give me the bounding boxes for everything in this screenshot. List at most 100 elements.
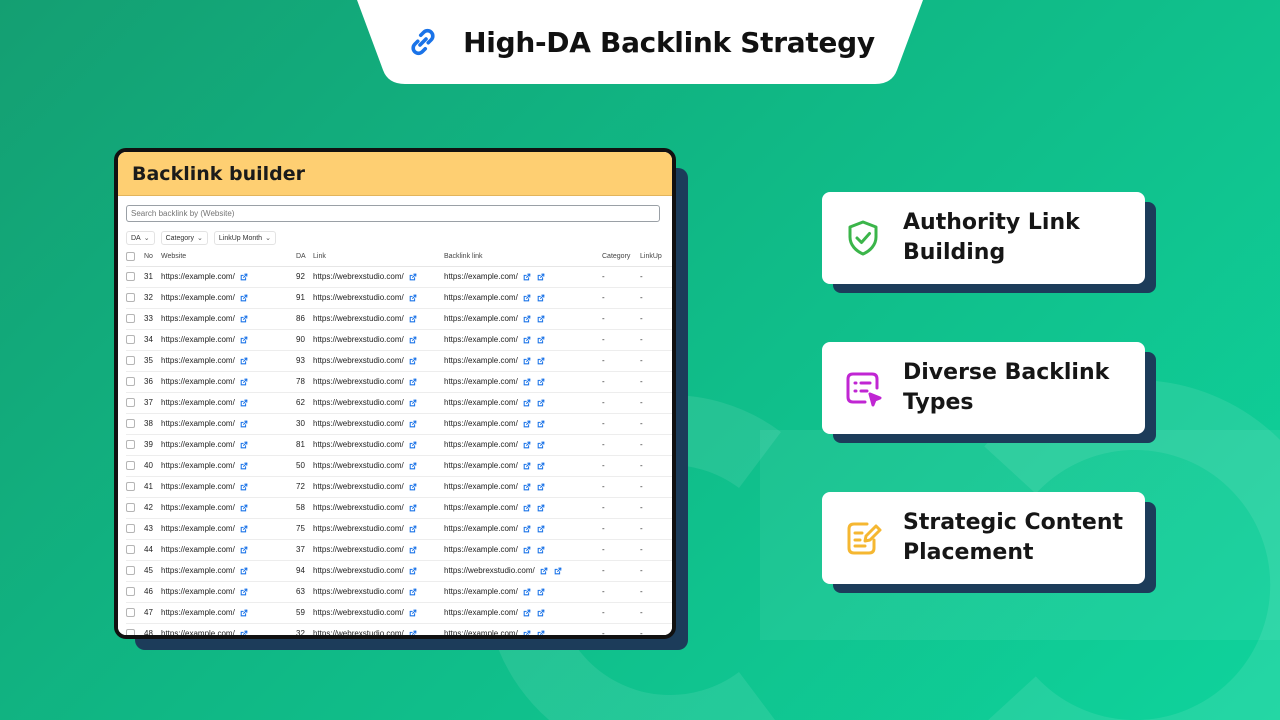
search-input[interactable] xyxy=(126,205,660,222)
table-row[interactable]: 48 https://example.com/32 https://webrexst… xyxy=(126,623,672,638)
select-all-checkbox[interactable] xyxy=(126,252,135,262)
external-link-icon[interactable] xyxy=(523,273,531,281)
row-checkbox[interactable] xyxy=(126,629,135,635)
row-checkbox[interactable] xyxy=(126,587,135,597)
external-link-icon[interactable] xyxy=(240,357,248,365)
row-checkbox[interactable] xyxy=(126,335,135,345)
external-link-icon[interactable] xyxy=(537,399,545,407)
external-link-icon[interactable] xyxy=(240,315,248,323)
table-row[interactable]: 45 https://example.com/94 https://webrexst… xyxy=(126,560,672,582)
external-link-icon[interactable] xyxy=(240,378,248,386)
external-link-icon[interactable] xyxy=(409,336,417,344)
external-link-icon[interactable] xyxy=(523,525,531,533)
external-link-icon[interactable] xyxy=(240,483,248,491)
table-row[interactable]: 46 https://example.com/63 https://webrexst… xyxy=(126,581,672,603)
external-link-icon[interactable] xyxy=(523,609,531,617)
external-link-icon[interactable] xyxy=(537,546,545,554)
table-row[interactable]: 39 https://example.com/81 https://webrexst… xyxy=(126,434,672,456)
external-link-icon[interactable] xyxy=(409,378,417,386)
row-checkbox[interactable] xyxy=(126,482,135,492)
external-link-icon[interactable] xyxy=(409,294,417,302)
external-link-icon[interactable] xyxy=(537,630,545,638)
filter-category[interactable]: Category ⌄ xyxy=(160,231,208,245)
external-link-icon[interactable] xyxy=(523,546,531,554)
external-link-icon[interactable] xyxy=(409,546,417,554)
table-row[interactable]: 37 https://example.com/62 https://webrexst… xyxy=(126,392,672,414)
table-row[interactable]: 43 https://example.com/75 https://webrexst… xyxy=(126,518,672,540)
table-row[interactable]: 42 https://example.com/58 https://webrexst… xyxy=(126,497,672,519)
external-link-icon[interactable] xyxy=(523,588,531,596)
external-link-icon[interactable] xyxy=(523,630,531,638)
row-checkbox[interactable] xyxy=(126,356,135,366)
external-link-icon[interactable] xyxy=(537,441,545,449)
row-checkbox[interactable] xyxy=(126,314,135,324)
external-link-icon[interactable] xyxy=(240,630,248,638)
row-checkbox[interactable] xyxy=(126,545,135,555)
external-link-icon[interactable] xyxy=(537,483,545,491)
table-row[interactable]: 34 https://example.com/90 https://webrexst… xyxy=(126,329,672,351)
external-link-icon[interactable] xyxy=(240,567,248,575)
external-link-icon[interactable] xyxy=(240,609,248,617)
row-checkbox[interactable] xyxy=(126,377,135,387)
external-link-icon[interactable] xyxy=(537,588,545,596)
external-link-icon[interactable] xyxy=(523,462,531,470)
table-row[interactable]: 32 https://example.com/91 https://webrexst… xyxy=(126,287,672,309)
row-checkbox[interactable] xyxy=(126,503,135,513)
row-checkbox[interactable] xyxy=(126,608,135,618)
external-link-icon[interactable] xyxy=(523,420,531,428)
table-row[interactable]: 36 https://example.com/78 https://webrexst… xyxy=(126,371,672,393)
external-link-icon[interactable] xyxy=(409,525,417,533)
external-link-icon[interactable] xyxy=(537,525,545,533)
external-link-icon[interactable] xyxy=(409,504,417,512)
external-link-icon[interactable] xyxy=(240,546,248,554)
external-link-icon[interactable] xyxy=(537,504,545,512)
external-link-icon[interactable] xyxy=(240,588,248,596)
external-link-icon[interactable] xyxy=(240,273,248,281)
external-link-icon[interactable] xyxy=(240,504,248,512)
table-row[interactable]: 38 https://example.com/30 https://webrexst… xyxy=(126,413,672,435)
row-checkbox[interactable] xyxy=(126,293,135,303)
external-link-icon[interactable] xyxy=(537,315,545,323)
filter-da[interactable]: DA ⌄ xyxy=(126,231,155,245)
external-link-icon[interactable] xyxy=(240,441,248,449)
external-link-icon[interactable] xyxy=(523,315,531,323)
external-link-icon[interactable] xyxy=(523,357,531,365)
table-row[interactable]: 40 https://example.com/50 https://webrexst… xyxy=(126,455,672,477)
row-checkbox[interactable] xyxy=(126,524,135,534)
external-link-icon[interactable] xyxy=(409,273,417,281)
external-link-icon[interactable] xyxy=(523,483,531,491)
table-row[interactable]: 31 https://example.com/92 https://webrexst… xyxy=(126,266,672,288)
table-row[interactable]: 33 https://example.com/86 https://webrexst… xyxy=(126,308,672,330)
external-link-icon[interactable] xyxy=(554,567,562,575)
external-link-icon[interactable] xyxy=(409,315,417,323)
external-link-icon[interactable] xyxy=(523,336,531,344)
external-link-icon[interactable] xyxy=(409,399,417,407)
row-checkbox[interactable] xyxy=(126,440,135,450)
row-checkbox[interactable] xyxy=(126,419,135,429)
external-link-icon[interactable] xyxy=(409,462,417,470)
external-link-icon[interactable] xyxy=(537,294,545,302)
external-link-icon[interactable] xyxy=(409,483,417,491)
table-row[interactable]: 35 https://example.com/93 https://webrexst… xyxy=(126,350,672,372)
external-link-icon[interactable] xyxy=(537,357,545,365)
external-link-icon[interactable] xyxy=(540,567,548,575)
external-link-icon[interactable] xyxy=(537,462,545,470)
row-checkbox[interactable] xyxy=(126,398,135,408)
external-link-icon[interactable] xyxy=(409,630,417,638)
filter-linkup-month[interactable]: LinkUp Month ⌄ xyxy=(213,231,276,245)
external-link-icon[interactable] xyxy=(409,567,417,575)
external-link-icon[interactable] xyxy=(240,462,248,470)
external-link-icon[interactable] xyxy=(537,609,545,617)
row-checkbox[interactable] xyxy=(126,566,135,576)
external-link-icon[interactable] xyxy=(523,399,531,407)
table-row[interactable]: 47 https://example.com/59 https://webrexst… xyxy=(126,602,672,624)
external-link-icon[interactable] xyxy=(240,336,248,344)
external-link-icon[interactable] xyxy=(523,294,531,302)
table-row[interactable]: 44 https://example.com/37 https://webrexst… xyxy=(126,539,672,561)
row-checkbox[interactable] xyxy=(126,272,135,282)
external-link-icon[interactable] xyxy=(409,588,417,596)
external-link-icon[interactable] xyxy=(537,273,545,281)
row-checkbox[interactable] xyxy=(126,461,135,471)
table-row[interactable]: 41 https://example.com/72 https://webrexst… xyxy=(126,476,672,498)
external-link-icon[interactable] xyxy=(523,441,531,449)
